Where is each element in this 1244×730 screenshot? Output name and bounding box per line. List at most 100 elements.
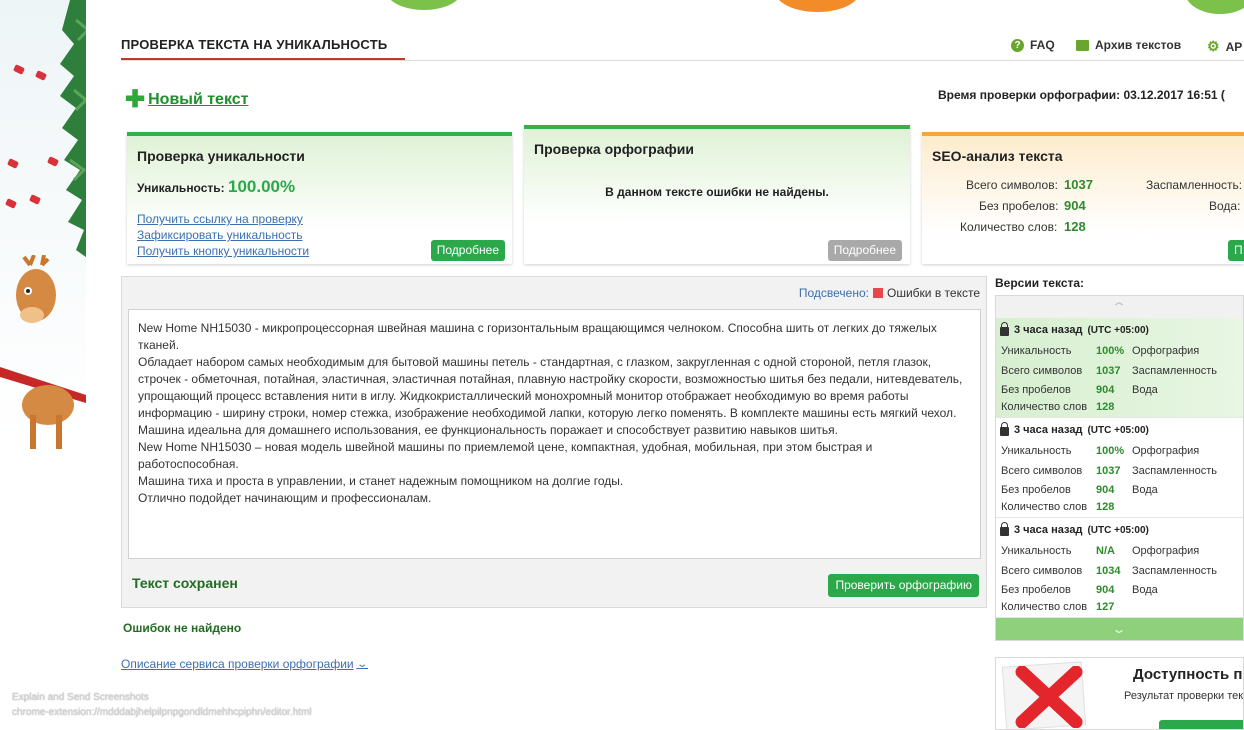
red-cross-icon <box>1015 666 1083 728</box>
version-time: 3 часа назад <box>1014 324 1083 336</box>
version-nospace-value: 904 <box>1096 384 1115 396</box>
spell-check-time: Время проверки орфографии: 03.12.2017 16… <box>938 88 1225 102</box>
version-total-label: Всего символов <box>1001 565 1083 577</box>
version-spam-label: Заспамленность <box>1132 565 1217 577</box>
no-errors-status: Ошибок не найдено <box>123 621 242 635</box>
spelling-details-button[interactable]: Подробнее <box>827 240 902 261</box>
version-tz: (UTC +05:00) <box>1087 524 1149 536</box>
seo-nospace-label: Без пробелов: <box>979 199 1059 213</box>
decor-circle <box>775 0 860 12</box>
version-words-label: Количество слов <box>1001 401 1088 413</box>
version-spam-label: Заспамленность <box>1132 365 1217 377</box>
get-check-link[interactable]: Получить ссылку на проверку <box>137 212 303 226</box>
plus-icon: ✚ <box>125 86 146 113</box>
version-water-label: Вода <box>1132 584 1158 596</box>
uniqueness-value: 100.00% <box>228 177 296 196</box>
text-editor[interactable]: New Home NH15030 - микропроцессорная шве… <box>128 309 981 559</box>
seo-words-row: Количество слов: <box>960 220 1057 234</box>
version-nospace-value: 904 <box>1096 484 1115 496</box>
version-header: 3 часа назад (UTC +05:00) <box>1000 422 1149 436</box>
seo-words-label: Количество слов: <box>960 220 1058 234</box>
version-spell-label: Орфография <box>1132 345 1200 357</box>
new-text-link[interactable]: ✚ Новый текст <box>125 86 249 113</box>
snowflake-icon <box>4 198 18 209</box>
snowflake-icon <box>12 64 26 75</box>
version-total-label: Всего символов <box>1001 465 1083 477</box>
spelling-card: Проверка орфографии В данном тексте ошиб… <box>524 125 910 264</box>
holiday-decoration <box>0 0 86 730</box>
nav-archive-label: Архив текстов <box>1095 38 1182 52</box>
nav-faq[interactable]: ? FAQ <box>1011 38 1055 52</box>
decor-circle <box>1185 0 1244 14</box>
version-time: 3 часа назад <box>1014 524 1083 536</box>
seo-spam-label: Заспамленность: <box>1146 178 1243 192</box>
version-uniq-label: Уникальность <box>1001 545 1072 557</box>
uniqueness-card: Проверка уникальности Уникальность: 100.… <box>127 132 512 264</box>
version-nospace-label: Без пробелов <box>1001 484 1071 496</box>
decor-circle <box>385 0 463 10</box>
version-time: 3 часа назад <box>1014 424 1083 436</box>
version-words-value: 128 <box>1096 501 1115 513</box>
service-description-label: Описание сервиса проверки орфографии <box>121 657 354 671</box>
seo-total-label: Всего символов: <box>966 178 1058 192</box>
highlight-label: Подсвечено: <box>798 286 869 300</box>
chevron-down-icon: ⌄ <box>1111 622 1128 636</box>
version-uniq-label: Уникальность <box>1001 445 1072 457</box>
nav-faq-label: FAQ <box>1030 38 1055 52</box>
version-nospace-label: Без пробелов <box>1001 584 1071 596</box>
question-icon: ? <box>1011 38 1024 52</box>
service-description-link[interactable]: Описание сервиса проверки орфографии ⌄ <box>121 657 368 671</box>
version-words-label: Количество слов <box>1001 501 1088 513</box>
accessibility-button[interactable] <box>1159 720 1243 729</box>
snowflake-icon <box>6 158 20 169</box>
nav-api-label: AP <box>1225 39 1243 54</box>
version-nospace-label: Без пробелов <box>1001 384 1071 396</box>
saved-status: Текст сохранен <box>132 575 238 591</box>
version-item[interactable]: 3 часа назад (UTC +05:00) Уникальность 1… <box>996 418 1243 518</box>
version-item[interactable]: 3 часа назад (UTC +05:00) Уникальность N… <box>996 518 1243 618</box>
version-tz: (UTC +05:00) <box>1087 424 1149 436</box>
version-uniq-value: 100% <box>1096 445 1125 457</box>
watermark-line-2: chrome-extension://mdddabjhelpilpnpgondl… <box>12 707 312 718</box>
seo-total-row: Всего символов: <box>966 178 1058 192</box>
version-words-value: 127 <box>1096 601 1115 613</box>
christmas-tree-icon <box>60 0 86 258</box>
accessibility-subtitle: Результат проверки текс <box>1124 690 1244 702</box>
lock-icon <box>1000 422 1009 436</box>
check-spelling-button[interactable]: Проверить орфографию <box>828 574 979 597</box>
spelling-card-title: Проверка орфографии <box>534 141 694 157</box>
version-item[interactable]: 3 часа назад (UTC +05:00) Уникальность 1… <box>996 318 1243 418</box>
archive-icon <box>1076 39 1089 51</box>
lock-icon <box>1000 522 1009 536</box>
highlight-item: Ошибки в тексте <box>887 286 980 300</box>
fix-uniqueness-link[interactable]: Зафиксировать уникальность <box>137 228 303 242</box>
uniqueness-line: Уникальность: 100.00% <box>137 177 295 197</box>
seo-card: SEO-анализ текста Всего символов: 1037 Б… <box>922 132 1244 264</box>
versions-scroll-down[interactable]: ⌄ <box>996 618 1243 640</box>
seo-water-label: Вода: <box>1209 199 1241 213</box>
version-total-value: 1037 <box>1096 465 1121 477</box>
version-nospace-value: 904 <box>1096 584 1115 596</box>
version-header: 3 часа назад (UTC +05:00) <box>1000 522 1149 536</box>
versions-title: Версии текста: <box>995 276 1085 290</box>
version-total-label: Всего символов <box>1001 365 1083 377</box>
nav-api[interactable]: ⚙ AP <box>1207 38 1242 55</box>
version-uniq-value: N/A <box>1096 545 1115 557</box>
error-marker-icon <box>873 288 883 298</box>
seo-nospace-row: Без пробелов: <box>979 199 1059 213</box>
versions-list: ⌃ 3 часа назад (UTC +05:00) Уникальность… <box>995 295 1244 641</box>
chevron-up-icon: ⌃ <box>1111 300 1128 314</box>
version-spell-label: Орфография <box>1132 545 1200 557</box>
version-total-value: 1034 <box>1096 565 1121 577</box>
nav-archive[interactable]: Архив текстов <box>1076 38 1181 52</box>
versions-scroll-up[interactable]: ⌃ <box>996 296 1243 318</box>
get-uniqueness-button-link[interactable]: Получить кнопку уникальности <box>137 244 309 258</box>
lock-icon <box>1000 322 1009 336</box>
version-uniq-value: 100% <box>1096 345 1125 357</box>
version-words-value: 128 <box>1096 401 1115 413</box>
accessibility-title: Доступность п <box>1133 666 1243 683</box>
uniqueness-details-button[interactable]: Подробнее <box>430 240 505 261</box>
new-text-label: Новый текст <box>148 91 249 108</box>
seo-details-button[interactable]: П <box>1228 240 1244 261</box>
editor-text: New Home NH15030 - микропроцессорная шве… <box>138 321 963 505</box>
